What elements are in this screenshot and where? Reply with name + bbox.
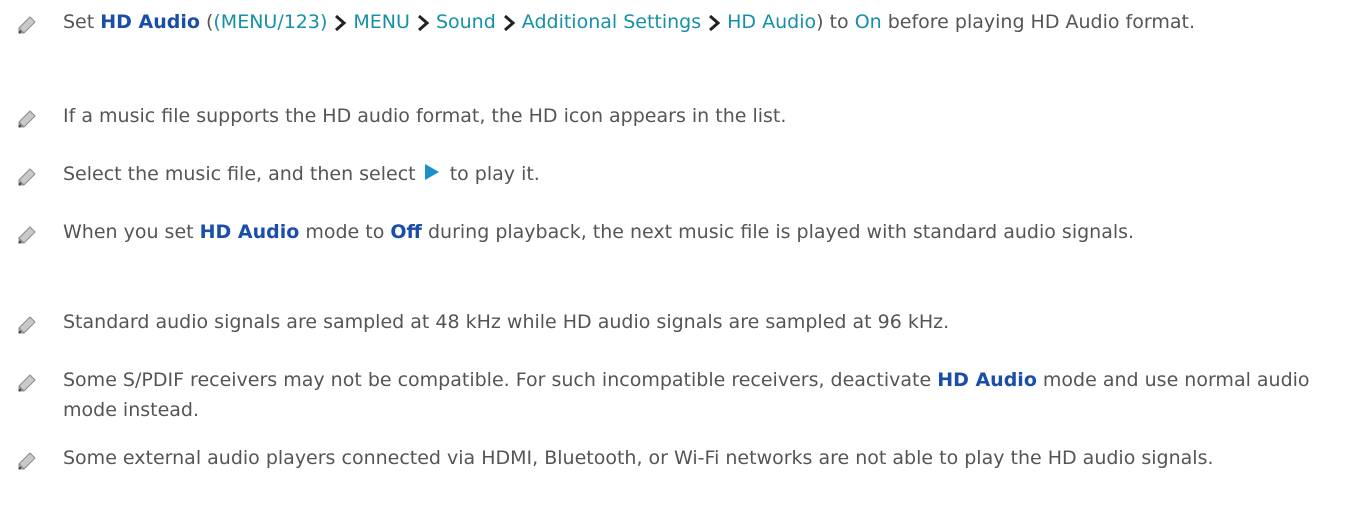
note-text: Set HD Audio ((MENU/123) MENU Sound Additio… [63,7,1343,37]
note-text-segment: to play it. [443,163,540,185]
pencil-note-icon [17,15,37,35]
pencil-note-icon [17,315,37,335]
note-text: Standard audio signals are sampled at 48… [63,311,950,333]
pencil-note-icon [17,109,37,129]
note-text-segment: Set [63,11,101,33]
note-text: Some S/PDIF receivers may not be compati… [63,365,1343,425]
pencil-note-icon [17,167,37,187]
note-text: When you set HD Audio mode to Off during… [63,217,1343,247]
note-text-segment: When you set [63,221,200,243]
pencil-note-icon [17,451,37,471]
pencil-note-icon [17,225,37,245]
note-text-segment: ( [199,11,214,33]
menu-path-additional-settings: Additional Settings [521,11,702,33]
value-off: Off [390,221,422,243]
note-text-segment: mode to [299,221,391,243]
pencil-note-icon [17,373,37,393]
play-icon [424,160,440,190]
menu-path-menu-123: (MENU/123) [213,11,328,33]
note-text-segment: Select the music file, and then select [63,163,422,185]
note-text: Some external audio players connected vi… [63,447,1214,469]
note-text-segment: before playing HD Audio format. [881,11,1195,33]
menu-path-menu: MENU [353,11,410,33]
note-text-segment: during playback, the next music file is … [421,221,1135,243]
chevron-right-icon [329,14,351,32]
menu-path-sound: Sound [435,11,496,33]
hd-audio-link: HD Audio [937,369,1037,391]
chevron-right-icon [703,14,725,32]
chevron-right-icon [412,14,434,32]
chevron-right-icon [498,14,520,32]
hd-audio-link: HD Audio [199,221,300,243]
note-text-segment: ) to [816,11,855,33]
note-text-segment: Some S/PDIF receivers may not be compati… [63,369,938,391]
hd-audio-link: HD Audio [100,11,200,33]
value-on: On [854,11,882,33]
menu-path-hd-audio: HD Audio [727,11,817,33]
note-text: Select the music file, and then select t… [63,159,1343,190]
note-text: If a music file supports the HD audio fo… [63,105,787,127]
